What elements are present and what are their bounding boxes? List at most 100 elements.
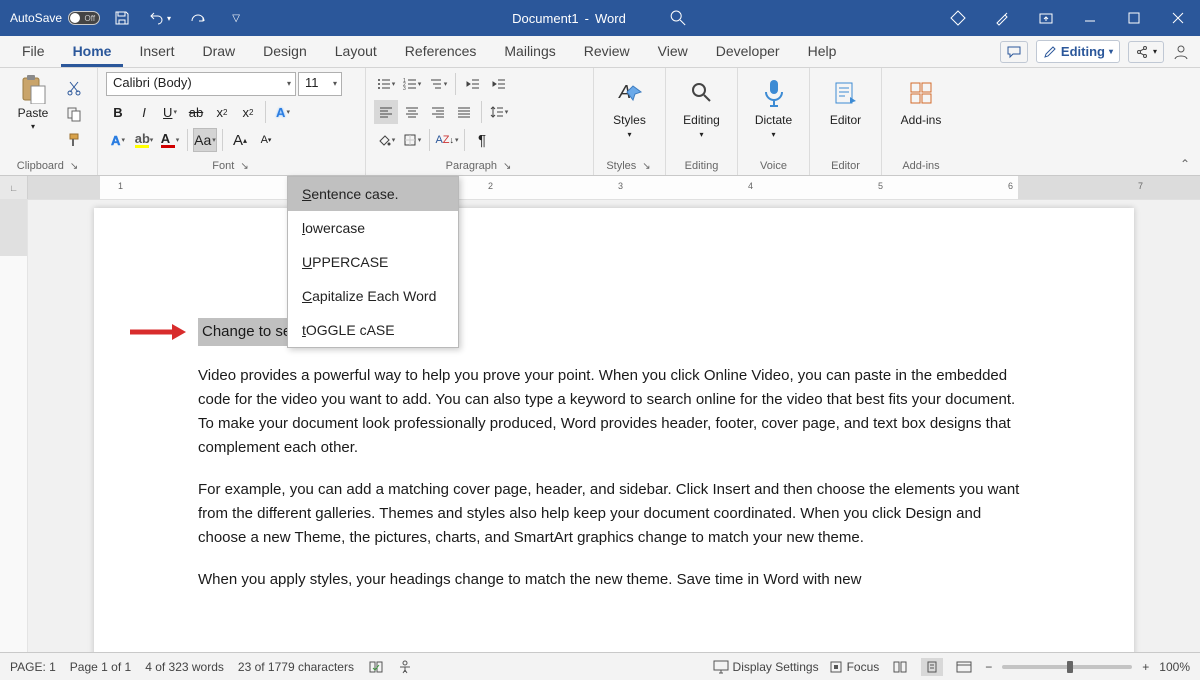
menu-sentence-case[interactable]: SSentence case.entence case. (288, 177, 458, 211)
styles-button[interactable]: A Styles▾ (602, 72, 657, 139)
superscript-button[interactable]: x2 (236, 100, 260, 124)
font-outline-button[interactable]: A (106, 128, 130, 152)
menu-lowercase[interactable]: lowercase (288, 211, 458, 245)
menu-toggle-case[interactable]: tOGGLE cASE (288, 313, 458, 347)
numbering-button[interactable]: 123 (400, 72, 424, 96)
paragraph-dialog-launcher[interactable]: ↘ (501, 161, 513, 172)
font-size-combo[interactable]: 11 ▾ (298, 72, 342, 96)
menu-capitalize-each-word[interactable]: Capitalize Each Word (288, 279, 458, 313)
format-painter-button[interactable] (62, 128, 86, 152)
tab-help[interactable]: Help (796, 37, 849, 67)
show-hide-marks-button[interactable]: ¶ (470, 128, 494, 152)
save-button[interactable] (106, 0, 138, 36)
shrink-font-button[interactable]: A▾ (254, 128, 278, 152)
highlight-button[interactable]: ab (132, 128, 156, 152)
subscript-button[interactable]: x2 (210, 100, 234, 124)
tab-developer[interactable]: Developer (704, 37, 792, 67)
focus-button[interactable]: Focus (829, 660, 880, 674)
copy-icon (66, 106, 82, 122)
align-left-button[interactable] (374, 100, 398, 124)
print-layout-button[interactable] (921, 658, 943, 676)
tab-insert[interactable]: Insert (127, 37, 186, 67)
status-word-count[interactable]: 4 of 323 words (145, 660, 224, 674)
align-center-button[interactable] (400, 100, 424, 124)
bold-button[interactable]: B (106, 100, 130, 124)
tab-home[interactable]: Home (61, 37, 124, 67)
paragraph-1[interactable]: Video provides a powerful way to help yo… (198, 364, 1030, 460)
addins-button[interactable]: Add-ins (892, 72, 950, 127)
italic-button[interactable]: I (132, 100, 156, 124)
slider-thumb-icon[interactable] (1067, 661, 1073, 673)
dictate-button[interactable]: Dictate▾ (746, 72, 801, 139)
editing-mode-button[interactable]: Editing ▾ (1036, 40, 1120, 63)
zoom-out-button[interactable]: − (985, 660, 992, 674)
zoom-level[interactable]: 100% (1159, 660, 1190, 674)
minimize-button[interactable] (1068, 0, 1112, 36)
share-button[interactable]: ▾ (1128, 41, 1164, 63)
close-button[interactable] (1156, 0, 1200, 36)
editor-button[interactable]: Editor (818, 72, 873, 127)
line-spacing-button[interactable] (487, 100, 511, 124)
read-mode-button[interactable] (889, 658, 911, 676)
zoom-slider[interactable] (1002, 665, 1132, 669)
tab-draw[interactable]: Draw (190, 37, 247, 67)
collapse-ribbon-button[interactable]: ⌃ (1180, 157, 1190, 171)
tab-review[interactable]: Review (572, 37, 642, 67)
justify-button[interactable] (452, 100, 476, 124)
ribbon-display-button[interactable] (1024, 0, 1068, 36)
borders-button[interactable] (400, 128, 424, 152)
display-settings-button[interactable]: Display Settings (713, 660, 819, 674)
cut-button[interactable] (62, 76, 86, 100)
search-icon[interactable] (668, 8, 688, 28)
status-accessibility[interactable] (398, 660, 412, 674)
decrease-indent-button[interactable] (461, 72, 485, 96)
toggle-switch-icon[interactable]: Off (68, 11, 100, 25)
menu-uppercase[interactable]: UPPERCASE (288, 245, 458, 279)
account-icon[interactable] (1172, 43, 1190, 61)
tab-file[interactable]: File (10, 37, 57, 67)
tab-mailings[interactable]: Mailings (492, 37, 567, 67)
font-name-combo[interactable]: Calibri (Body) ▾ (106, 72, 296, 96)
underline-button[interactable]: U (158, 100, 182, 124)
tab-layout[interactable]: Layout (323, 37, 389, 67)
tab-view[interactable]: View (646, 37, 700, 67)
paste-button[interactable]: Paste ▾ (8, 72, 58, 131)
status-page-count[interactable]: Page 1 of 1 (70, 660, 131, 674)
coming-soon-button[interactable] (980, 0, 1024, 36)
status-page-number[interactable]: PAGE: 1 (10, 660, 56, 674)
status-spellcheck[interactable] (368, 660, 384, 674)
diamond-button[interactable] (936, 0, 980, 36)
copy-button[interactable] (62, 102, 86, 126)
change-case-button[interactable]: Aa (193, 128, 217, 152)
styles-dialog-launcher[interactable]: ↘ (640, 161, 652, 172)
redo-button[interactable] (182, 0, 214, 36)
increase-indent-button[interactable] (487, 72, 511, 96)
paragraph-2[interactable]: For example, you can add a matching cove… (198, 478, 1030, 550)
tab-references[interactable]: References (393, 37, 489, 67)
bullets-button[interactable] (374, 72, 398, 96)
clipboard-dialog-launcher[interactable]: ↘ (68, 161, 80, 172)
text-effects-button[interactable]: A (271, 100, 295, 124)
font-color-button[interactable]: A (158, 128, 182, 152)
zoom-in-button[interactable]: + (1142, 660, 1149, 674)
document-page[interactable]: Change to sentence case Video provides a… (94, 208, 1134, 652)
tab-design[interactable]: Design (251, 37, 319, 67)
editing-group-button[interactable]: Editing▾ (674, 72, 729, 139)
shading-button[interactable] (374, 128, 398, 152)
align-right-button[interactable] (426, 100, 450, 124)
grow-font-button[interactable]: A▴ (228, 128, 252, 152)
vertical-ruler[interactable] (0, 200, 28, 652)
web-layout-button[interactable] (953, 658, 975, 676)
quick-access-customize[interactable]: ▽ (220, 0, 252, 36)
multilevel-list-button[interactable] (426, 72, 450, 96)
sort-button[interactable]: AZ↓ (435, 128, 459, 152)
undo-button[interactable]: ▾ (144, 0, 176, 36)
comments-button[interactable] (1000, 41, 1028, 63)
autosave-toggle[interactable]: AutoSave Off (10, 11, 100, 25)
maximize-button[interactable] (1112, 0, 1156, 36)
paragraph-3[interactable]: When you apply styles, your headings cha… (198, 568, 1030, 592)
strikethrough-button[interactable]: ab (184, 100, 208, 124)
horizontal-ruler[interactable]: ∟ 1 1 2 3 4 5 6 7 (0, 176, 1200, 200)
font-dialog-launcher[interactable]: ↘ (238, 161, 250, 172)
status-char-count[interactable]: 23 of 1779 characters (238, 660, 354, 674)
